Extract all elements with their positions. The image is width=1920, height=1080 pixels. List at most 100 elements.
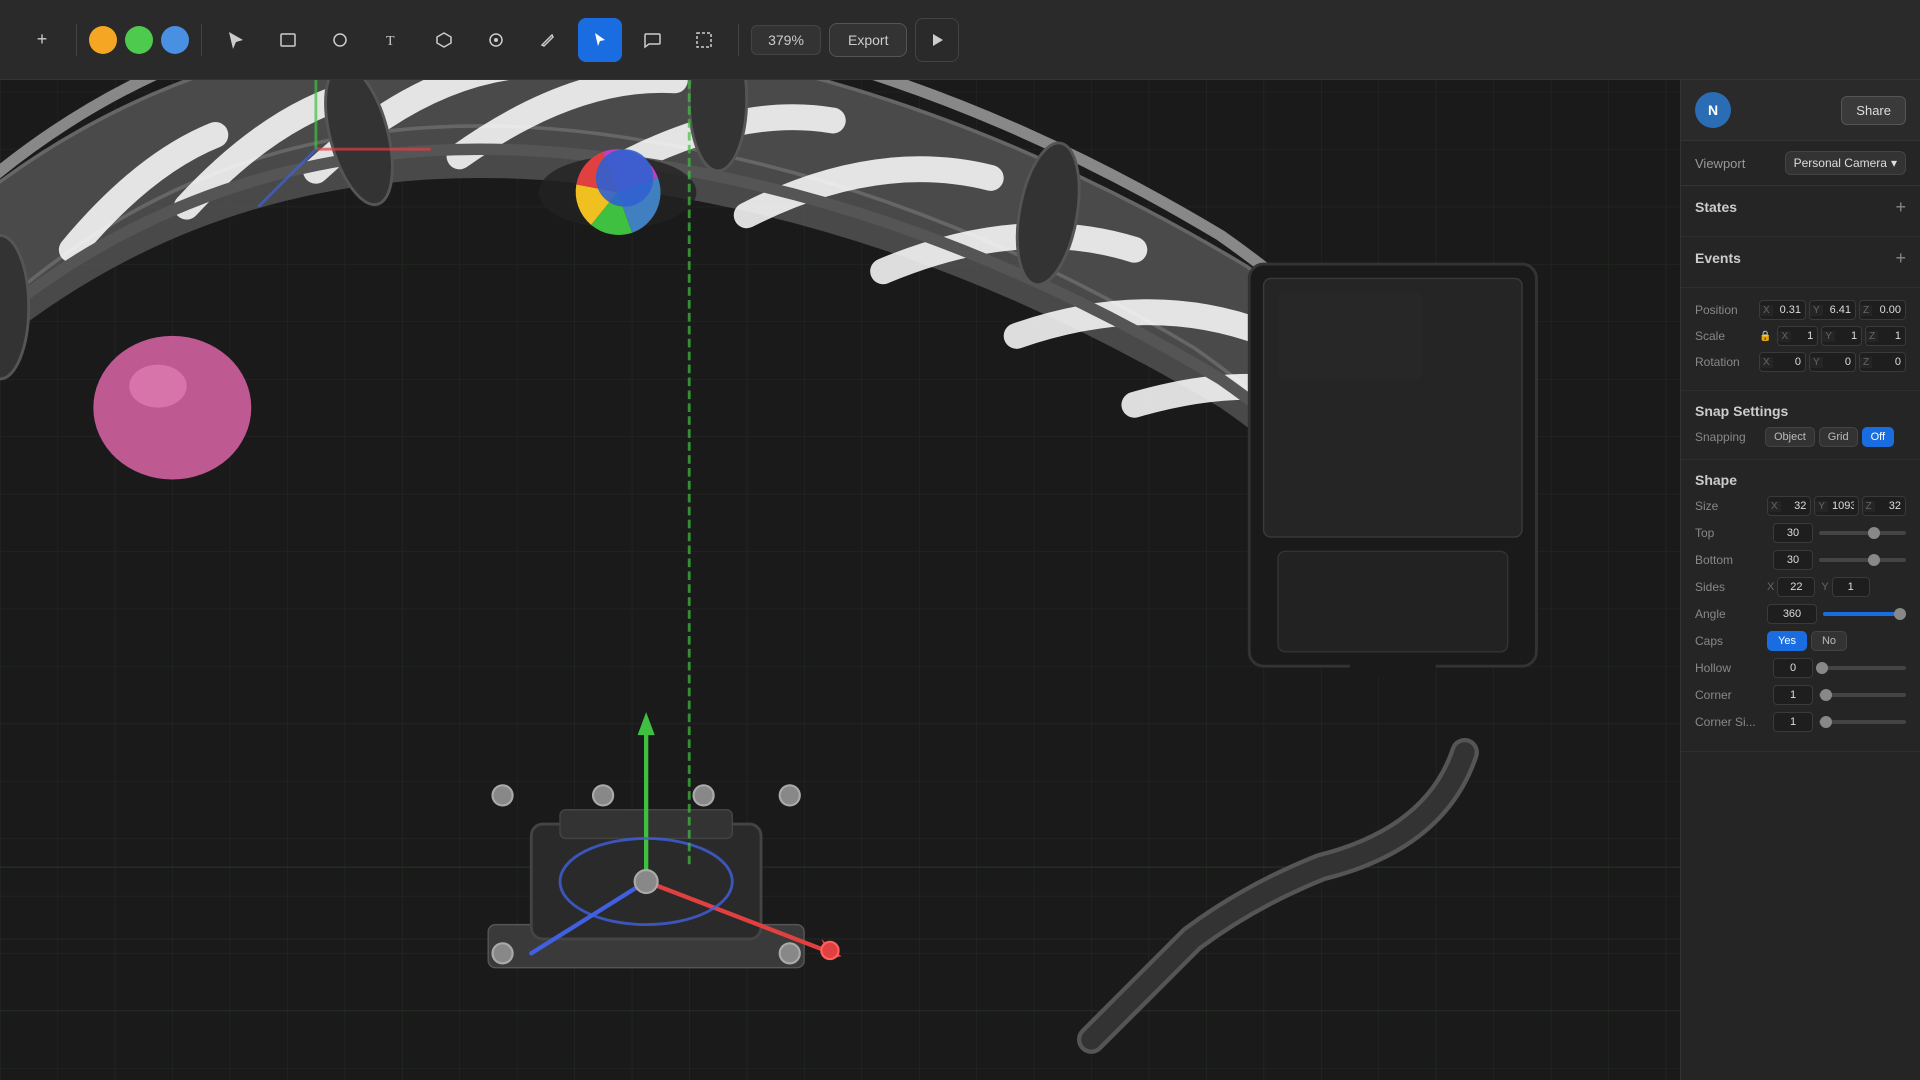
bottom-value-input[interactable]	[1773, 550, 1813, 570]
transform-tool-button[interactable]	[474, 18, 518, 62]
rotation-x-field[interactable]: X	[1759, 352, 1806, 372]
snap-row: Snapping Object Grid Off	[1695, 427, 1906, 447]
bottom-row: Bottom	[1695, 550, 1906, 570]
corner-slider-track[interactable]	[1819, 693, 1906, 697]
position-z-input[interactable]	[1872, 301, 1905, 319]
hollow-value-input[interactable]	[1773, 658, 1813, 678]
position-z-field[interactable]: Z	[1859, 300, 1906, 320]
size-x-field[interactable]: X	[1767, 496, 1811, 516]
states-add-button[interactable]: +	[1895, 198, 1906, 216]
comment-tool-button[interactable]	[630, 18, 674, 62]
size-x-prefix: X	[1768, 501, 1781, 512]
scale-y-input[interactable]	[1835, 327, 1861, 345]
position-fields: X Y Z	[1759, 300, 1906, 320]
states-title: States	[1695, 199, 1737, 215]
color-swatch-blue[interactable]	[161, 26, 189, 54]
hollow-slider-thumb[interactable]	[1816, 662, 1828, 674]
scale-y-field[interactable]: Y	[1821, 326, 1862, 346]
size-y-input[interactable]	[1828, 497, 1858, 515]
shape-title: Shape	[1695, 472, 1737, 488]
toolbar: + T 379% Export	[0, 0, 1920, 80]
viewport-dropdown[interactable]: Personal Camera ▾	[1785, 151, 1906, 175]
play-button[interactable]	[915, 18, 959, 62]
rotation-x-input[interactable]	[1773, 353, 1805, 371]
size-x-input[interactable]	[1781, 497, 1811, 515]
divider-1	[76, 24, 77, 56]
position-x-field[interactable]: X	[1759, 300, 1806, 320]
pointer-tool-button[interactable]	[578, 18, 622, 62]
snap-settings-section: Snap Settings Snapping Object Grid Off	[1681, 391, 1920, 460]
rotation-z-input[interactable]	[1872, 353, 1905, 371]
rot-z-prefix: Z	[1860, 357, 1872, 368]
hollow-row: Hollow	[1695, 658, 1906, 678]
rectangle-tool-button[interactable]	[266, 18, 310, 62]
events-add-button[interactable]: +	[1895, 249, 1906, 267]
size-z-input[interactable]	[1875, 497, 1905, 515]
top-value-input[interactable]	[1773, 523, 1813, 543]
corner-si-slider-track[interactable]	[1819, 720, 1906, 724]
viewport-selector: Viewport Personal Camera ▾	[1681, 141, 1920, 186]
export-button[interactable]: Export	[829, 23, 907, 57]
snap-grid-button[interactable]: Grid	[1819, 427, 1858, 447]
pen-tool-button[interactable]	[526, 18, 570, 62]
size-y-field[interactable]: Y	[1814, 496, 1858, 516]
scale-label: Scale	[1695, 329, 1755, 343]
size-row: Size X Y Z	[1695, 496, 1906, 516]
scale-z-field[interactable]: Z	[1865, 326, 1906, 346]
corner-si-slider-thumb[interactable]	[1820, 716, 1832, 728]
shape-header: Shape	[1695, 472, 1906, 488]
angle-value-input[interactable]	[1767, 604, 1817, 624]
color-swatch-orange[interactable]	[89, 26, 117, 54]
shape-tool-button[interactable]	[422, 18, 466, 62]
main-content: N Share Viewport Personal Camera ▾ State…	[0, 80, 1920, 1080]
states-section: States +	[1681, 186, 1920, 237]
share-button[interactable]: Share	[1841, 96, 1906, 125]
corner-value-input[interactable]	[1773, 685, 1813, 705]
sides-x-input[interactable]	[1777, 577, 1815, 597]
position-x-input[interactable]	[1773, 301, 1805, 319]
select-tool-button[interactable]	[214, 18, 258, 62]
scene-content	[0, 80, 1680, 1080]
top-slider-track[interactable]	[1819, 531, 1906, 535]
corner-si-row: Corner Si...	[1695, 712, 1906, 732]
bottom-slider-track[interactable]	[1819, 558, 1906, 562]
caps-no-button[interactable]: No	[1811, 631, 1847, 651]
rotation-z-field[interactable]: Z	[1859, 352, 1906, 372]
corner-si-value-input[interactable]	[1773, 712, 1813, 732]
caps-row: Caps Yes No	[1695, 631, 1906, 651]
size-y-prefix: Y	[1815, 501, 1828, 512]
rotation-y-field[interactable]: Y	[1809, 352, 1856, 372]
text-tool-button[interactable]: T	[370, 18, 414, 62]
panel-topbar: N Share	[1681, 80, 1920, 141]
angle-label: Angle	[1695, 607, 1767, 621]
position-y-field[interactable]: Y	[1809, 300, 1856, 320]
size-z-field[interactable]: Z	[1862, 496, 1906, 516]
viewport-label: Viewport	[1695, 156, 1745, 171]
color-swatch-green[interactable]	[125, 26, 153, 54]
rotation-y-input[interactable]	[1823, 353, 1855, 371]
user-avatar: N	[1695, 92, 1731, 128]
snap-options: Object Grid Off	[1765, 427, 1894, 447]
scale-z-input[interactable]	[1878, 327, 1905, 345]
events-section: Events +	[1681, 237, 1920, 288]
size-z-prefix: Z	[1863, 501, 1875, 512]
corner-slider-thumb[interactable]	[1820, 689, 1832, 701]
caps-yes-button[interactable]: Yes	[1767, 631, 1807, 651]
position-y-input[interactable]	[1823, 301, 1855, 319]
snap-off-button[interactable]: Off	[1862, 427, 1894, 447]
add-button[interactable]: +	[20, 18, 64, 62]
hollow-slider-track[interactable]	[1819, 666, 1906, 670]
scale-x-field[interactable]: X	[1777, 326, 1818, 346]
angle-slider[interactable]	[1823, 612, 1906, 616]
viewport[interactable]	[0, 80, 1680, 1080]
top-row: Top	[1695, 523, 1906, 543]
bottom-slider-thumb[interactable]	[1868, 554, 1880, 566]
top-slider-thumb[interactable]	[1868, 527, 1880, 539]
circle-tool-button[interactable]	[318, 18, 362, 62]
snap-object-button[interactable]: Object	[1765, 427, 1815, 447]
lock-icon[interactable]: 🔒	[1759, 331, 1771, 342]
angle-slider-thumb[interactable]	[1894, 608, 1906, 620]
scale-x-input[interactable]	[1791, 327, 1817, 345]
sides-y-input[interactable]	[1832, 577, 1870, 597]
crop-tool-button[interactable]	[682, 18, 726, 62]
